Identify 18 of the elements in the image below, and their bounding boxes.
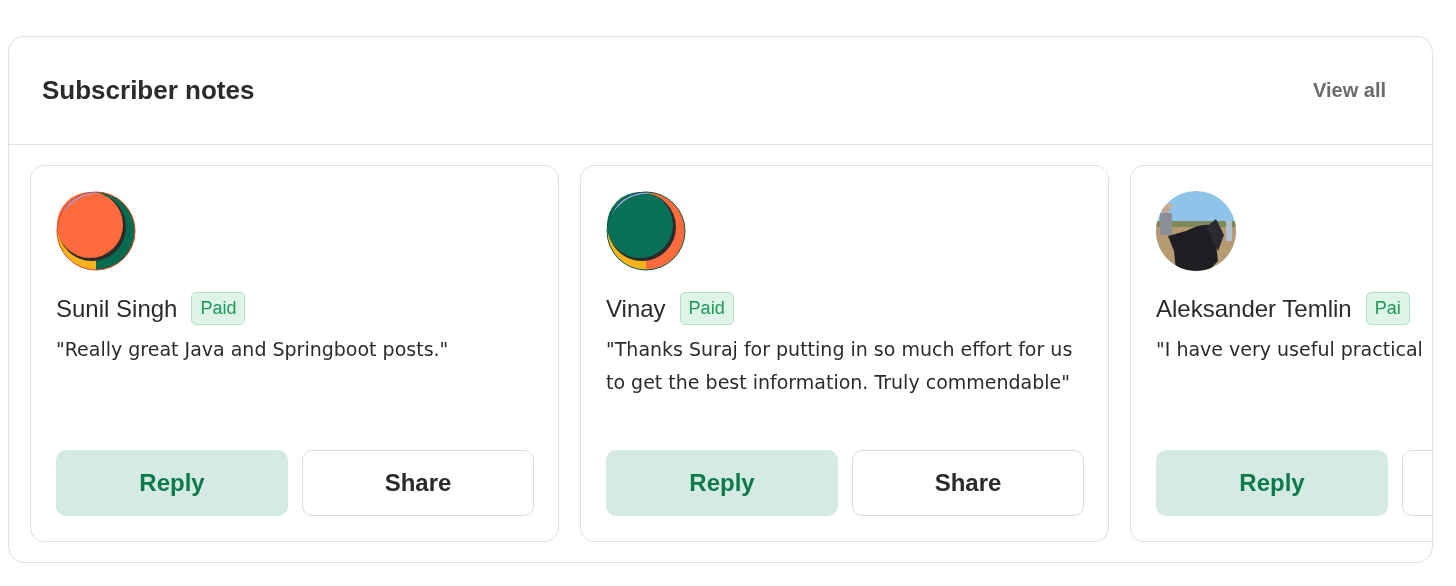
paid-badge: Paid [679, 292, 734, 325]
paid-badge: Pai [1365, 292, 1410, 325]
avatar-icon [56, 191, 136, 271]
subscriber-name: Aleksander Temlin [1156, 294, 1352, 323]
share-button[interactable]: Share [852, 450, 1084, 516]
note-text: "Thanks Suraj for putting in so much effort for us to get the best information. Truly commendable" [606, 337, 1074, 395]
section-title: Subscriber notes [42, 75, 255, 106]
subscriber-name: Vinay [606, 294, 666, 323]
reply-button[interactable]: Reply [1156, 450, 1388, 516]
note-text: "Really great Java and Springboot posts." [56, 337, 450, 362]
share-button[interactable]: Share [302, 450, 534, 516]
paid-badge: Paid [191, 292, 246, 325]
subscriber-name: Sunil Singh [56, 294, 178, 323]
note-text: "I have very useful practical [1156, 337, 1424, 362]
view-all-link[interactable]: View all [1313, 79, 1386, 102]
reply-button[interactable]: Reply [56, 450, 288, 516]
avatar-icon [606, 191, 686, 271]
reply-button[interactable]: Reply [606, 450, 838, 516]
